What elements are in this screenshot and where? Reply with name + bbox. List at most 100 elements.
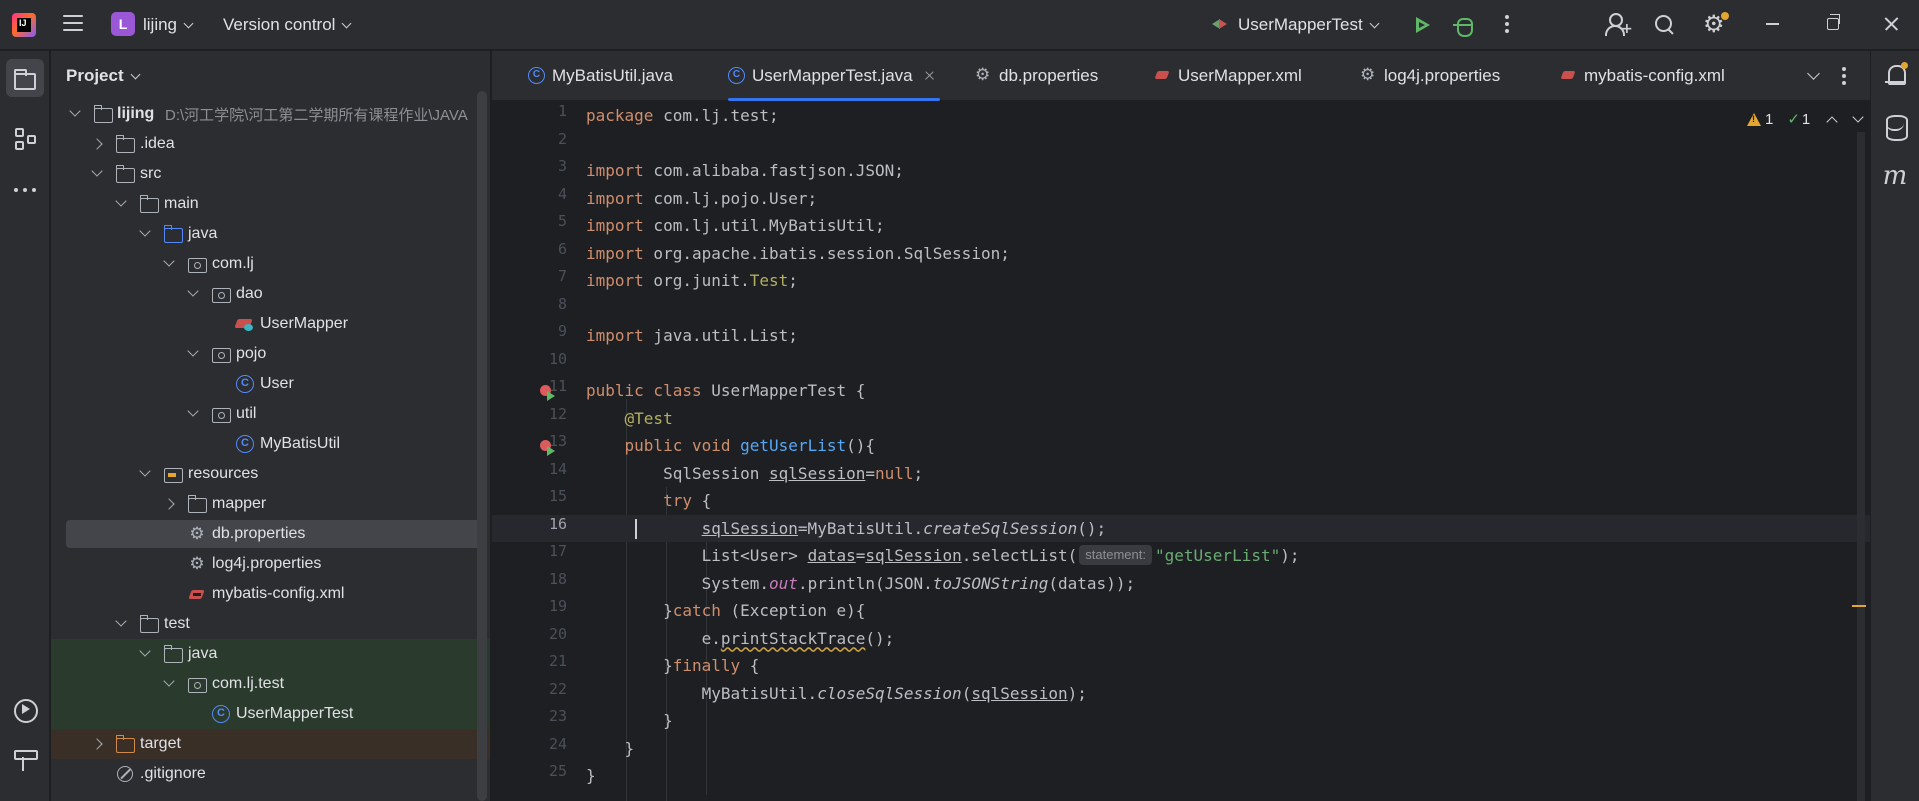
project-switcher[interactable]: lijing <box>143 15 194 35</box>
expand-arrow-icon[interactable] <box>115 195 127 207</box>
expand-arrow-icon[interactable] <box>91 738 103 750</box>
tree-root-path: D:\河工学院\河工第二学期所有课程作业\JAVA <box>165 106 468 124</box>
run-icon[interactable] <box>1411 14 1433 36</box>
tree-row[interactable]: mybatis-config.xml <box>51 579 490 609</box>
line-number: 8 <box>557 294 567 313</box>
search-icon[interactable] <box>1653 13 1677 37</box>
tree-row[interactable]: com.lj.test <box>51 669 490 699</box>
main-menu-icon[interactable] <box>63 15 83 33</box>
chevron-down-icon[interactable] <box>1852 111 1864 123</box>
project-badge[interactable]: L <box>111 12 135 36</box>
tree-row[interactable]: java <box>51 219 490 249</box>
tree-row[interactable]: .gitignore <box>51 759 490 789</box>
tab-log4j-properties[interactable]: ⚙ log4j.properties <box>1360 51 1520 101</box>
line-number: 21 <box>548 652 567 670</box>
minimize-icon[interactable] <box>1766 23 1779 25</box>
expand-arrow-icon[interactable] <box>115 615 127 627</box>
services-icon[interactable] <box>6 691 44 729</box>
line-number: 19 <box>548 597 567 615</box>
tree-label: src <box>140 165 162 182</box>
tree-row-selected[interactable]: ⚙ db.properties <box>51 519 490 549</box>
expand-arrow-icon[interactable] <box>187 285 199 297</box>
code-line: 5 import com.lj.util.MyBatisUtil; <box>492 212 1870 240</box>
database-icon[interactable] <box>1876 107 1914 145</box>
tab-usermapper-xml[interactable]: UserMapper.xml <box>1154 51 1314 101</box>
tree-label: .idea <box>140 135 175 152</box>
close-tab-icon[interactable] <box>924 71 934 81</box>
line-number: 3 <box>557 157 567 175</box>
build-icon[interactable] <box>6 741 44 779</box>
tab-mybatis-config-xml[interactable]: mybatis-config.xml <box>1560 51 1740 101</box>
expand-arrow-icon[interactable] <box>163 255 175 267</box>
tree-row[interactable]: UserMapper <box>51 309 490 339</box>
tab-label: log4j.properties <box>1384 66 1501 85</box>
chevron-down-icon <box>1369 18 1380 29</box>
tree-label: util <box>236 405 257 422</box>
tab-usermappertest[interactable]: C UserMapperTest.java <box>728 51 940 101</box>
tree-row[interactable]: util <box>51 399 490 429</box>
code-editor[interactable]: 1 package com.lj.test; 2 3 import com.alib… <box>492 102 1870 801</box>
line-number: 9 <box>557 322 567 340</box>
expand-arrow-icon[interactable] <box>187 345 199 357</box>
expand-arrow-icon[interactable] <box>163 675 175 687</box>
tree-row[interactable]: java <box>51 639 490 669</box>
tree-row[interactable]: mapper <box>51 489 490 519</box>
tree-row[interactable]: C MyBatisUtil <box>51 429 490 459</box>
run-test-method-icon[interactable] <box>540 440 556 456</box>
tab-db-properties[interactable]: ⚙ db.properties <box>975 51 1115 101</box>
tree-row[interactable]: .idea <box>51 129 490 159</box>
vcs-menu[interactable]: Version control <box>223 15 352 35</box>
expand-arrow-icon[interactable] <box>91 138 103 150</box>
tree-row[interactable]: C UserMapperTest <box>51 699 490 729</box>
run-config-selector[interactable]: UserMapperTest <box>1238 15 1380 35</box>
tree-row[interactable]: pojo <box>51 339 490 369</box>
expand-arrow-icon[interactable] <box>139 465 151 477</box>
editor-scrollbar[interactable] <box>1857 132 1865 801</box>
intellij-logo-icon[interactable]: IJ <box>12 13 36 37</box>
tree-label: UserMapper <box>260 315 349 332</box>
folder-icon <box>116 165 135 183</box>
tree-label: User <box>260 375 294 392</box>
class-icon: C <box>728 67 745 84</box>
debug-icon[interactable] <box>1452 12 1474 37</box>
close-icon[interactable] <box>1883 16 1899 32</box>
expand-arrow-icon[interactable] <box>69 105 81 117</box>
more-actions-icon[interactable] <box>1505 15 1509 33</box>
expand-arrow-icon[interactable] <box>187 405 199 417</box>
tree-row[interactable]: C User <box>51 369 490 399</box>
tree-row[interactable]: dao <box>51 279 490 309</box>
tree-row[interactable]: src <box>51 159 490 189</box>
tab-mybatisutil[interactable]: C MyBatisUtil.java <box>528 51 713 101</box>
maven-icon[interactable]: m <box>1876 157 1914 195</box>
tree-label: UserMapperTest <box>236 705 354 722</box>
settings-gear-icon[interactable]: ⚙ <box>1703 12 1729 36</box>
tree-row[interactable]: com.lj <box>51 249 490 279</box>
project-panel-scrollbar[interactable] <box>477 91 487 801</box>
tree-row[interactable]: main <box>51 189 490 219</box>
restore-icon[interactable] <box>1827 14 1840 30</box>
tree-row[interactable]: resources <box>51 459 490 489</box>
tree-row[interactable]: ⚙ log4j.properties <box>51 549 490 579</box>
structure-icon[interactable] <box>6 121 44 159</box>
tab-more-icon[interactable] <box>1842 67 1846 85</box>
line-number: 16 <box>548 514 567 533</box>
more-icon[interactable] <box>6 171 44 209</box>
warning-stripe-marker[interactable] <box>1852 605 1866 607</box>
project-tool-button[interactable] <box>6 59 44 97</box>
chevron-up-icon[interactable] <box>1826 115 1838 128</box>
notifications-bell-icon[interactable] <box>1876 57 1914 95</box>
tree-row[interactable]: test <box>51 609 490 639</box>
code-line: 23 } <box>492 707 1870 735</box>
editor-tab-bar: C MyBatisUtil.java C UserMapperTest.java… <box>492 51 1870 101</box>
project-panel-header[interactable]: Project <box>66 66 141 86</box>
expand-arrow-icon[interactable] <box>139 645 151 657</box>
run-test-class-icon[interactable] <box>540 385 556 401</box>
inspection-widget[interactable]: 1 ✓ 1 <box>1747 110 1864 128</box>
expand-arrow-icon[interactable] <box>139 225 151 237</box>
expand-arrow-icon[interactable] <box>163 498 175 510</box>
expand-arrow-icon[interactable] <box>91 165 103 177</box>
tree-row[interactable]: target <box>51 729 490 759</box>
tree-row-root[interactable]: lijing D:\河工学院\河工第二学期所有课程作业\JAVA <box>51 99 490 129</box>
add-user-icon[interactable]: + <box>1604 12 1633 36</box>
tree-label: main <box>164 195 199 212</box>
